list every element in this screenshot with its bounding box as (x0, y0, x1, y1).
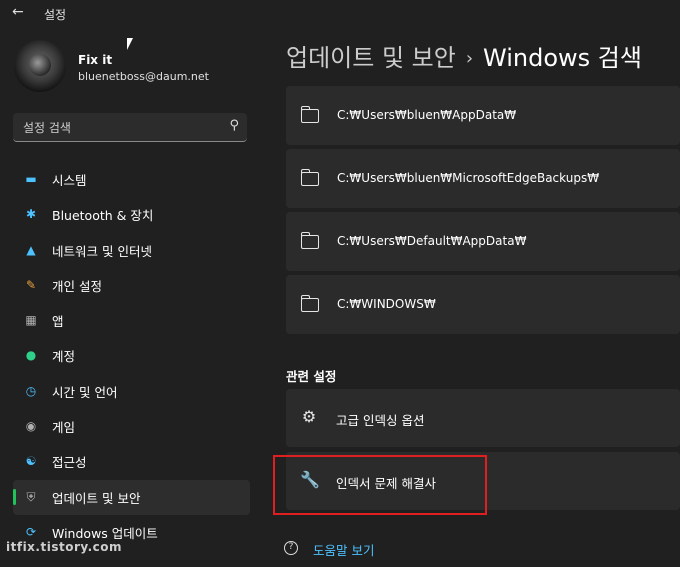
folder-icon (300, 168, 319, 186)
advanced-indexing-options-button[interactable]: ⚙ 고급 인덱싱 옵션 (286, 389, 680, 447)
wifi-icon: ▲ (26, 242, 36, 257)
shield-icon: ⛨ (26, 489, 36, 504)
sidebar-item-label: 접근성 (52, 455, 87, 471)
accessibility-icon: ☯ (25, 454, 37, 469)
folder-icon (300, 105, 319, 123)
folder-item[interactable]: C:₩Users₩bluen₩MicrosoftEdgeBackups₩ (286, 149, 680, 208)
sidebar-nav: ▬ 시스템 ✱ Bluetooth & 장치 ▲ 네트워크 및 인터넷 ✎ 개인… (13, 162, 250, 550)
settings-search[interactable]: ⚲ (13, 113, 247, 143)
breadcrumb-parent[interactable]: 업데이트 및 보안 (286, 44, 456, 72)
sidebar-item-time-language[interactable]: ◷ 시간 및 언어 (13, 374, 250, 409)
sidebar-item-gaming[interactable]: ◉ 게임 (13, 409, 250, 444)
sidebar-item-network[interactable]: ▲ 네트워크 및 인터넷 (13, 233, 250, 268)
title-bar: ← 설정 (0, 0, 680, 28)
sidebar-item-apps[interactable]: ▦ 앱 (13, 303, 250, 338)
sidebar-item-label: 네트워크 및 인터넷 (52, 243, 152, 259)
sidebar-item-label: 개인 설정 (52, 278, 102, 294)
avatar (14, 40, 66, 92)
bluetooth-icon: ✱ (25, 207, 37, 222)
gear-icon: ⚙ (301, 407, 317, 426)
apps-icon: ▦ (25, 313, 37, 328)
mouse-cursor-icon (127, 38, 133, 50)
system-icon: ▬ (25, 172, 37, 186)
profile-name: Fix it (78, 53, 113, 67)
sidebar-item-personalization[interactable]: ✎ 개인 설정 (13, 268, 250, 303)
back-arrow-icon[interactable]: ← (12, 4, 24, 20)
help-icon: ? (284, 541, 298, 555)
folder-icon (300, 294, 319, 312)
sidebar-item-accounts[interactable]: ● 계정 (13, 338, 250, 373)
folder-path: C:₩Users₩bluen₩MicrosoftEdgeBackups₩ (337, 170, 600, 185)
sidebar-item-bluetooth[interactable]: ✱ Bluetooth & 장치 (13, 197, 250, 232)
help-label: 도움말 보기 (313, 543, 375, 558)
account-icon: ● (25, 348, 37, 363)
sidebar-item-label: 시간 및 언어 (52, 384, 118, 400)
folder-path: C:₩Users₩Default₩AppData₩ (337, 233, 527, 248)
sidebar-item-label: 게임 (52, 420, 76, 436)
highlight-box (273, 455, 487, 515)
folder-item[interactable]: C:₩Users₩Default₩AppData₩ (286, 212, 680, 271)
related-item-label: 고급 인덱싱 옵션 (336, 413, 425, 428)
folder-icon (300, 231, 319, 249)
search-icon[interactable]: ⚲ (229, 118, 239, 133)
sidebar-item-label: Bluetooth & 장치 (52, 208, 154, 224)
folder-item[interactable]: C:₩WINDOWS₩ (286, 275, 680, 334)
page-title: Windows 검색 (483, 44, 642, 72)
folder-path: C:₩WINDOWS₩ (337, 296, 436, 311)
sidebar-item-system[interactable]: ▬ 시스템 (13, 162, 250, 197)
folder-item[interactable]: C:₩Users₩bluen₩AppData₩ (286, 86, 680, 145)
related-settings-heading: 관련 설정 (286, 369, 337, 384)
breadcrumb: 업데이트 및 보안 › Windows 검색 (286, 38, 642, 73)
sidebar-item-label: 시스템 (52, 173, 87, 188)
gamepad-icon: ◉ (25, 419, 37, 434)
globe-clock-icon: ◷ (25, 383, 37, 398)
search-input[interactable] (21, 113, 225, 143)
chevron-right-icon: › (465, 48, 474, 69)
folder-path: C:₩Users₩bluen₩AppData₩ (337, 107, 517, 122)
profile-email: bluenetboss@daum.net (78, 70, 209, 83)
sidebar-item-label: 계정 (52, 349, 76, 365)
sidebar-item-accessibility[interactable]: ☯ 접근성 (13, 444, 250, 479)
app-title: 설정 (44, 8, 67, 22)
brush-icon: ✎ (25, 277, 37, 292)
sidebar-item-update-security[interactable]: ⛨ 업데이트 및 보안 (13, 479, 250, 515)
sidebar-item-label: 업데이트 및 보안 (52, 490, 141, 506)
windows-update-icon: ⟳ (25, 524, 37, 539)
selection-indicator (13, 488, 16, 505)
watermark: itfix.tistory.com (6, 540, 123, 554)
sidebar-item-label: 앱 (52, 314, 64, 330)
